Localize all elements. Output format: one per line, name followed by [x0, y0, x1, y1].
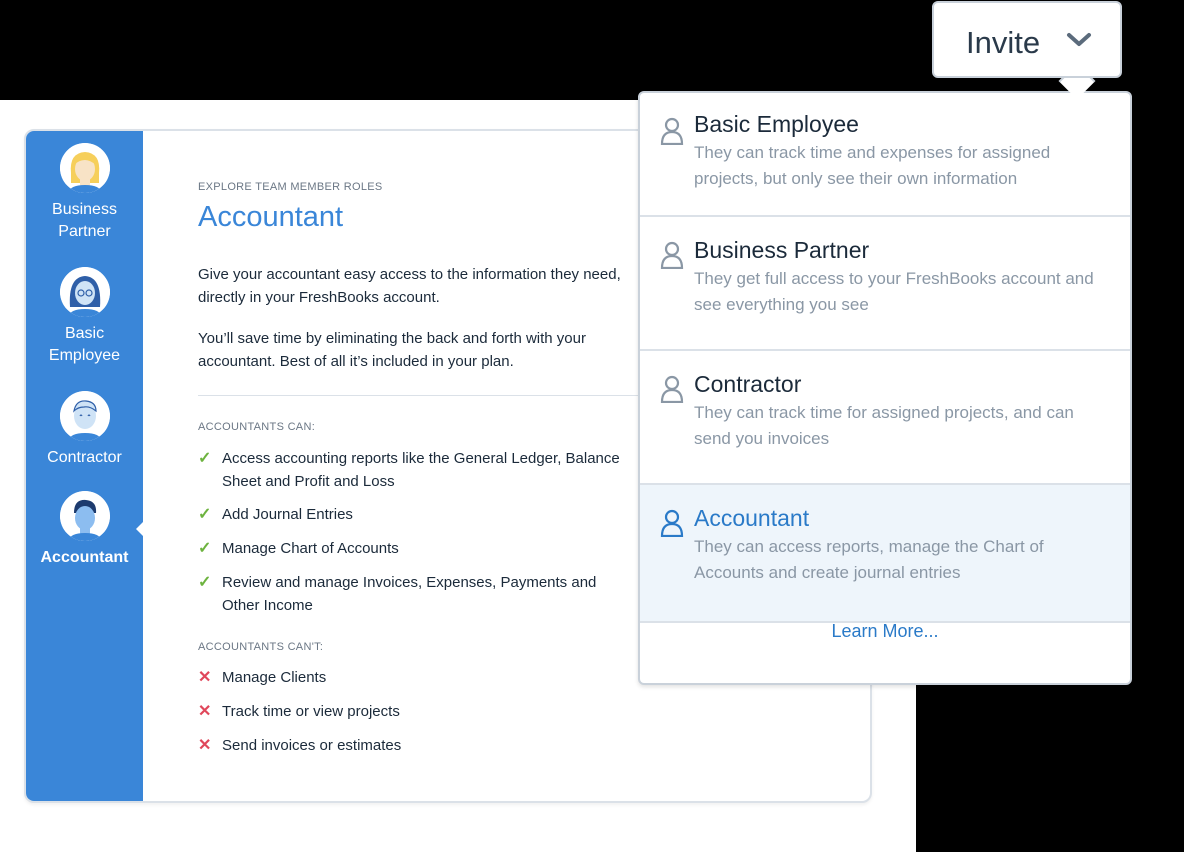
- cant-list-item: ✕ Track time or view projects: [198, 700, 638, 723]
- cross-icon: ✕: [198, 703, 212, 720]
- person-icon: [660, 117, 684, 145]
- business-partner-avatar: [59, 143, 110, 193]
- sidebar-item-basic-employee[interactable]: Basic Employee: [26, 267, 143, 367]
- sidebar-item-label: Basic: [64, 325, 105, 342]
- option-name: Basic Employee: [694, 111, 859, 137]
- dropdown-option-business-partner[interactable]: Business Partner They get full access to…: [640, 217, 1130, 351]
- sidebar-item-label: Business: [52, 201, 117, 218]
- page-title: Accountant: [198, 201, 344, 233]
- check-icon: ✓: [198, 574, 212, 591]
- can-list-item: ✓ Manage Chart of Accounts: [198, 537, 638, 560]
- sidebar-item-label: Employee: [48, 347, 121, 364]
- roles-sidebar: Business Partner Basic Employee Contract…: [26, 131, 144, 801]
- contractor-avatar: [59, 391, 110, 441]
- sidebar-item-label: Partner: [58, 223, 111, 240]
- chevron-down-icon: [1067, 33, 1091, 46]
- dropdown-option-contractor[interactable]: Contractor They can track time for assig…: [640, 351, 1130, 485]
- invite-label: Invite: [966, 25, 1041, 60]
- option-name: Business Partner: [694, 237, 870, 263]
- section-divider: [198, 395, 648, 396]
- basic-employee-avatar: [59, 267, 110, 317]
- option-description: They can track time and expenses for ass…: [694, 143, 1051, 188]
- can-list-item: ✓ Review and manage Invoices, Expenses, P…: [198, 571, 638, 617]
- sidebar-item-label: Accountant: [40, 549, 129, 566]
- cant-list-item: ✕ Manage Clients: [198, 666, 638, 689]
- sidebar-item-accountant[interactable]: Accountant: [26, 491, 143, 569]
- check-icon: ✓: [198, 506, 212, 523]
- cross-icon: ✕: [198, 669, 212, 686]
- eyebrow-label: EXPLORE TEAM MEMBER ROLES: [198, 181, 383, 193]
- person-icon: [660, 509, 684, 537]
- check-icon: ✓: [198, 450, 212, 467]
- sidebar-item-label: Contractor: [47, 449, 122, 466]
- invite-button[interactable]: Invite: [932, 1, 1122, 78]
- active-role-caret: [136, 521, 144, 537]
- can-section-label: ACCOUNTANTS CAN:: [198, 421, 316, 433]
- cant-section-label: ACCOUNTANTS CAN'T:: [198, 641, 324, 653]
- invite-dropdown-menu: Basic Employee They can track time and e…: [638, 91, 1132, 685]
- sidebar-item-business-partner[interactable]: Business Partner: [26, 143, 143, 243]
- option-name: Accountant: [694, 505, 810, 531]
- intro-paragraph: Give your accountant easy access to the …: [198, 266, 621, 306]
- option-description: They get full access to your FreshBooks …: [694, 269, 1094, 314]
- learn-more-link[interactable]: Learn More...: [640, 621, 1130, 642]
- can-list-item: ✓ Add Journal Entries: [198, 503, 638, 526]
- check-icon: ✓: [198, 540, 212, 557]
- option-description: They can access reports, manage the Char…: [694, 537, 1044, 582]
- accountant-avatar: [59, 491, 110, 541]
- option-name: Contractor: [694, 371, 802, 397]
- dropdown-option-accountant[interactable]: Accountant They can access reports, mana…: [640, 485, 1130, 623]
- cross-icon: ✕: [198, 737, 212, 754]
- option-description: They can track time for assigned project…: [694, 403, 1074, 448]
- dropdown-option-basic-employee[interactable]: Basic Employee They can track time and e…: [640, 93, 1130, 217]
- savings-paragraph: You’ll save time by eliminating the back…: [198, 330, 586, 370]
- person-icon: [660, 375, 684, 403]
- cant-list-item: ✕ Send invoices or estimates: [198, 734, 638, 757]
- sidebar-item-contractor[interactable]: Contractor: [26, 391, 143, 469]
- can-list-item: ✓ Access accounting reports like the Gene…: [198, 447, 638, 493]
- person-icon: [660, 241, 684, 269]
